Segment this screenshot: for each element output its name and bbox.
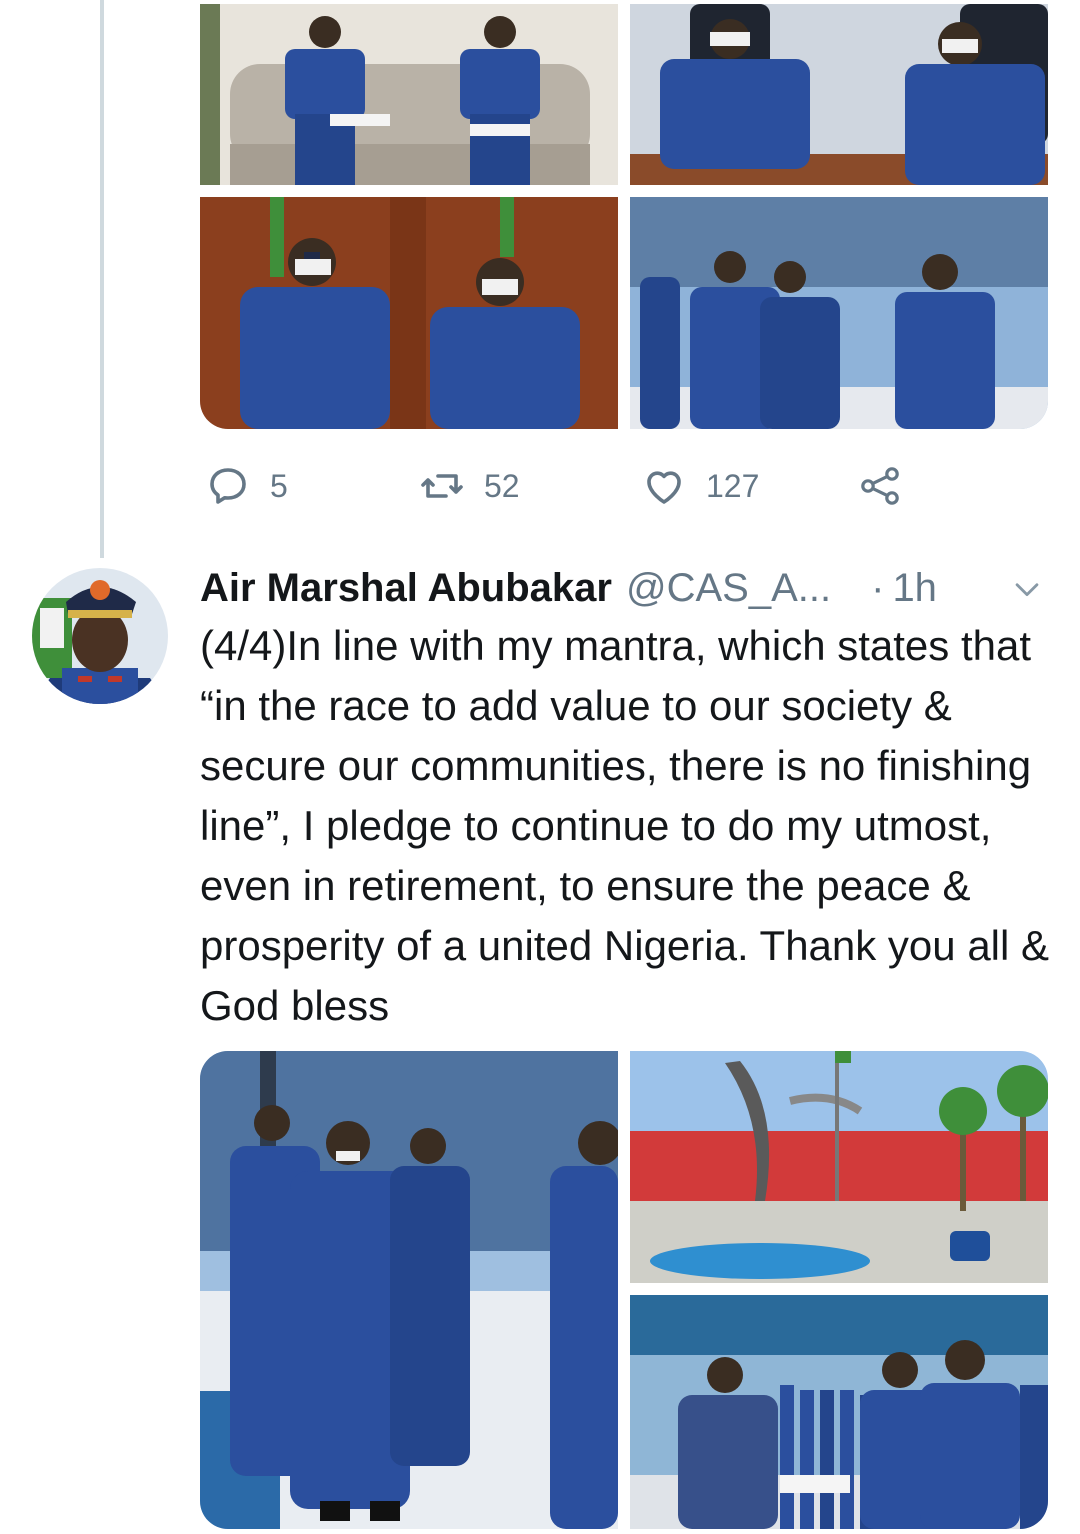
chevron-down-icon[interactable] <box>1010 572 1044 606</box>
tweet-header: Air Marshal Abubakar @CAS_A... · 1h <box>200 560 1050 616</box>
tweet-photo-4[interactable] <box>630 197 1048 429</box>
retweet-count: 52 <box>484 467 520 504</box>
author-avatar[interactable] <box>32 568 168 704</box>
share-icon <box>861 467 899 505</box>
tweet-photo-5[interactable] <box>200 1051 618 1529</box>
share-button[interactable] <box>856 458 922 514</box>
tweet-photo-6[interactable] <box>630 1051 1048 1283</box>
tweet-action-bar: 5 52 127 <box>200 458 960 514</box>
author-name[interactable]: Air Marshal Abubakar <box>200 566 612 611</box>
reply-count: 5 <box>270 467 288 504</box>
time-separator: · <box>871 565 885 610</box>
tweet-photo-1[interactable] <box>200 4 618 185</box>
tweet-timestamp[interactable]: 1h <box>892 566 937 611</box>
reply-button[interactable]: 5 <box>204 458 288 514</box>
heart-icon <box>647 471 681 504</box>
tweet-photo-2[interactable] <box>630 4 1048 185</box>
author-handle[interactable]: @CAS_A... <box>626 566 831 611</box>
like-count: 127 <box>706 467 760 504</box>
tweet-photo-7[interactable] <box>630 1295 1048 1529</box>
reply-icon <box>210 468 246 504</box>
retweet-button[interactable]: 52 <box>418 458 520 514</box>
tweet-photo-3[interactable] <box>200 197 618 429</box>
retweet-icon <box>421 474 463 498</box>
tweet-body-text: (4/4)In line with my mantra, which state… <box>200 622 1050 1029</box>
thread-connector-line <box>100 0 104 558</box>
like-button[interactable]: 127 <box>640 458 759 514</box>
